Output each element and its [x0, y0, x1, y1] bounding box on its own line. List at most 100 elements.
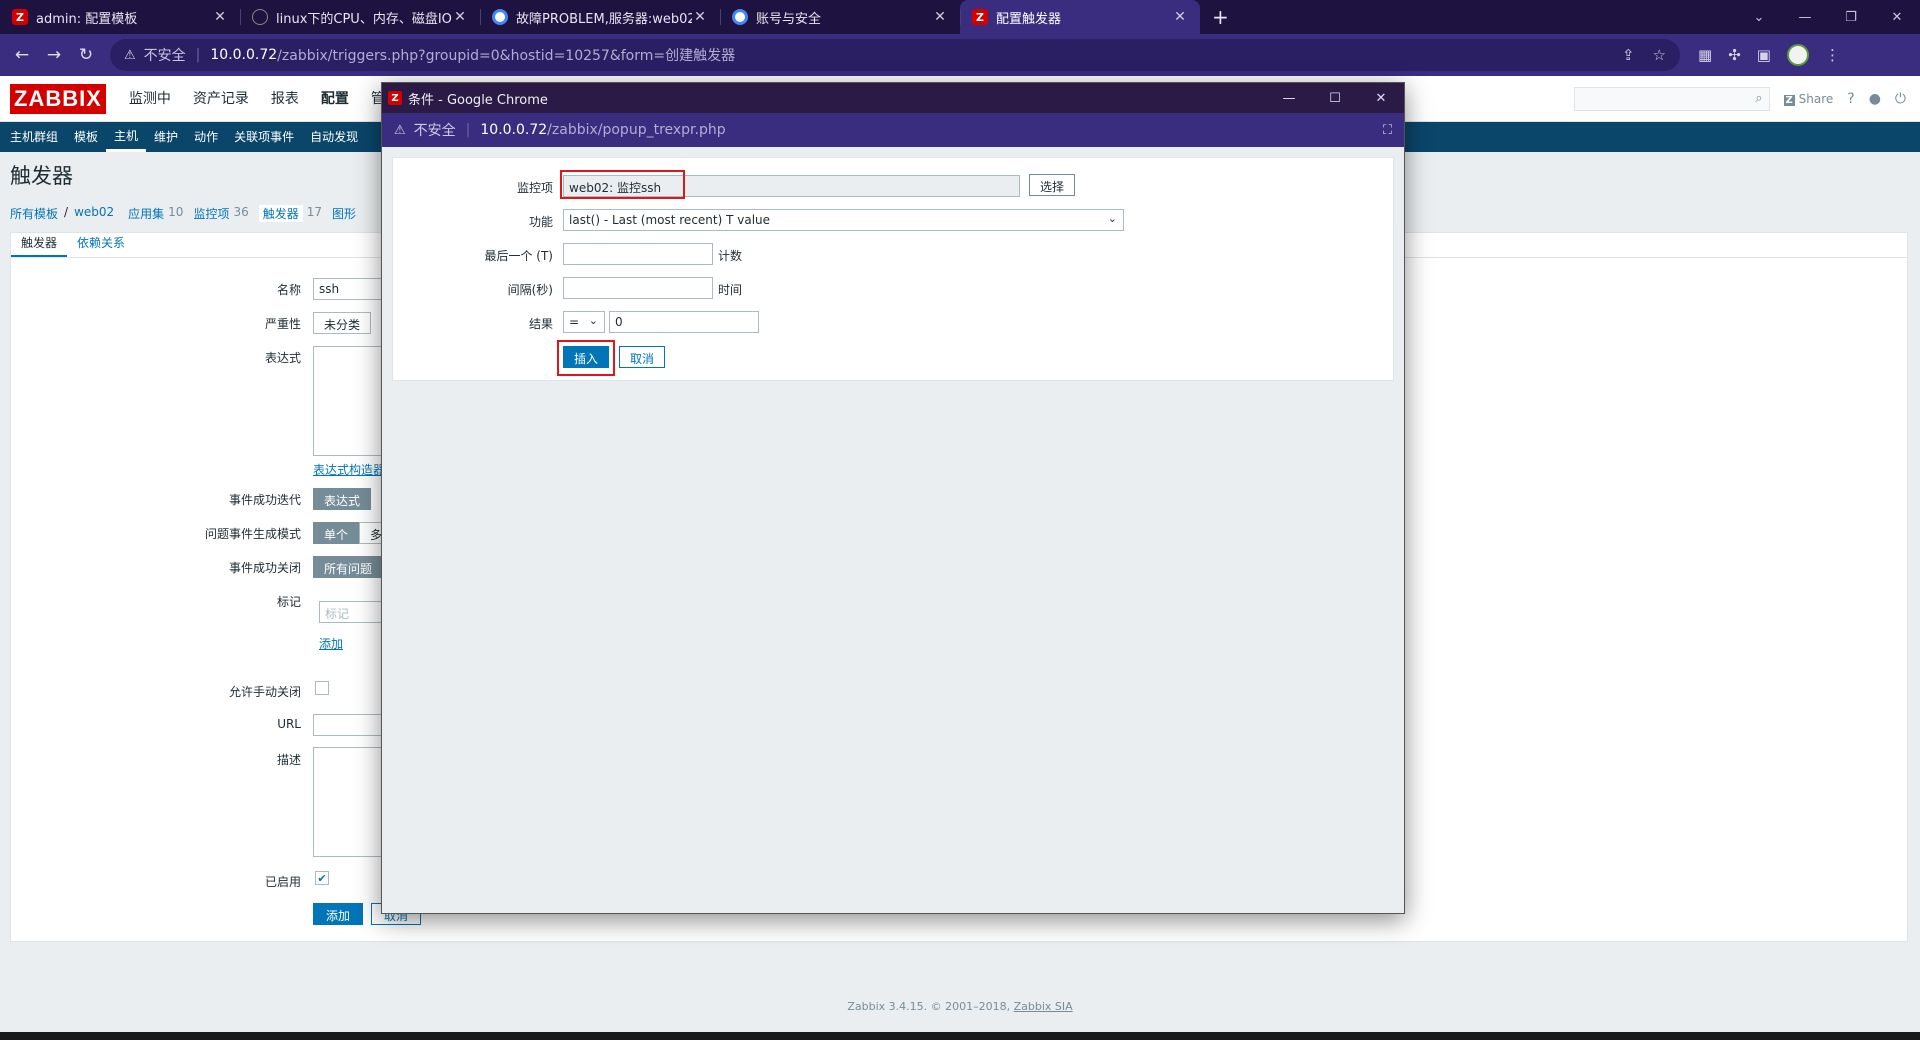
popup-titlebar: Z 条件 - Google Chrome — ☐ ✕	[382, 83, 1404, 113]
top-menu: 监测中 资产记录 报表 配置 管理	[118, 76, 410, 122]
submenu-templates[interactable]: 模板	[66, 122, 106, 152]
share-icon[interactable]: ⇪	[1622, 46, 1635, 64]
breadcrumb-items[interactable]: 监控项	[193, 205, 229, 222]
reload-icon[interactable]: ↻	[72, 41, 100, 69]
ok-event-selector[interactable]: 表达式	[313, 488, 372, 510]
highlight-box	[560, 170, 685, 199]
result-operator-value: =	[569, 315, 580, 329]
result-value-field[interactable]: 0	[609, 311, 759, 333]
tags-label: 标记	[276, 595, 301, 609]
new-tab-button[interactable]: +	[1200, 0, 1241, 34]
footer-link[interactable]: Zabbix SIA	[1014, 1000, 1073, 1013]
add-button[interactable]: 添加	[313, 903, 364, 925]
ok-close-label: 事件成功关闭	[228, 561, 301, 575]
ok-close-option[interactable]: 所有问题	[313, 556, 384, 578]
browser-tab-active[interactable]: Z 配置触发器 ✕	[960, 0, 1200, 34]
breadcrumb-host[interactable]: web02	[74, 205, 114, 222]
warning-icon: ⚠	[124, 47, 136, 63]
back-icon[interactable]: ←	[8, 41, 36, 69]
submenu-maintenance[interactable]: 维护	[146, 122, 186, 152]
close-icon[interactable]: ✕	[1358, 91, 1404, 106]
menu-inventory[interactable]: 资产记录	[182, 76, 260, 122]
submenu-hosts[interactable]: 主机	[106, 123, 147, 152]
close-icon[interactable]: ✕	[692, 9, 708, 25]
help-icon[interactable]: ?	[1847, 91, 1854, 107]
minimize-icon[interactable]: —	[1782, 0, 1828, 34]
zabbix-icon: Z	[12, 9, 28, 25]
severity-selector[interactable]: 未分类	[313, 312, 372, 334]
power-icon[interactable]: ⏻	[1895, 91, 1906, 107]
close-icon[interactable]: ✕	[932, 9, 948, 25]
menu-monitoring[interactable]: 监测中	[118, 76, 182, 122]
puzzle-icon[interactable]: ✣	[1728, 46, 1741, 64]
url-host: 10.0.0.72	[210, 47, 278, 63]
submenu-actions[interactable]: 动作	[186, 122, 226, 152]
zabbix-logo[interactable]: ZABBIX	[10, 83, 106, 114]
expression-builder-link[interactable]: 表达式构造器	[313, 461, 385, 478]
forward-icon[interactable]: →	[40, 41, 68, 69]
chevron-down-icon: ⌄	[588, 314, 598, 327]
omnibox-actions: ⇪ ☆	[1622, 46, 1666, 64]
function-label: 功能	[528, 215, 553, 229]
restore-icon[interactable]: ❐	[1828, 0, 1874, 34]
manual-close-checkbox[interactable]	[315, 681, 329, 695]
chevron-down-icon[interactable]: ⌄	[1736, 0, 1782, 34]
menu-reports[interactable]: 报表	[260, 76, 310, 122]
breadcrumb-applications[interactable]: 应用集	[128, 205, 164, 222]
last-label: 最后一个 (T)	[484, 249, 553, 263]
result-operator-select[interactable]: = ⌄	[563, 311, 605, 333]
menu-configuration[interactable]: 配置	[310, 76, 360, 122]
browser-tab[interactable]: 账号与安全 ✕	[720, 0, 960, 34]
avatar[interactable]	[1786, 44, 1809, 66]
tab-trigger[interactable]: 触发器	[11, 231, 68, 257]
close-icon[interactable]: ✕	[1172, 9, 1188, 25]
tab-title: 故障PROBLEM,服务器:web02发	[516, 11, 692, 27]
breadcrumb-graphs[interactable]: 图形	[332, 205, 356, 222]
tab-dependencies[interactable]: 依赖关系	[67, 231, 135, 257]
problem-mode-single[interactable]: 单个	[313, 522, 360, 544]
enabled-checkbox[interactable]: ✔	[315, 871, 329, 885]
sidepanel-icon[interactable]: ▣	[1757, 46, 1771, 64]
submenu-discovery[interactable]: 自动发现	[302, 122, 366, 152]
select-button[interactable]: 选择	[1029, 174, 1076, 196]
maximize-icon[interactable]: ☐	[1312, 91, 1358, 106]
security-label: 不安全	[413, 123, 456, 139]
search-input[interactable]: ⌕	[1573, 86, 1770, 111]
translate-icon[interactable]: ⛶	[1383, 123, 1392, 138]
close-icon[interactable]: ✕	[1874, 0, 1920, 34]
add-tag-link[interactable]: 添加	[319, 635, 343, 652]
address-bar[interactable]: ⚠ 不安全 | 10.0.0.72 /zabbix/triggers.php?g…	[110, 39, 1680, 71]
ok-event-option[interactable]: 表达式	[313, 488, 372, 510]
ok-close-selector[interactable]: 所有问题	[313, 556, 384, 578]
share-link[interactable]: Z Share	[1783, 92, 1833, 106]
browser-tab[interactable]: 故障PROBLEM,服务器:web02发 ✕	[480, 0, 720, 34]
problem-mode-label: 问题事件生成模式	[204, 527, 301, 541]
menu-icon[interactable]: ⋮	[1825, 46, 1840, 64]
function-select[interactable]: last() - Last (most recent) T value ⌄	[563, 209, 1124, 231]
star-icon[interactable]: ☆	[1653, 46, 1666, 64]
minimize-icon[interactable]: —	[1266, 91, 1312, 106]
extension-icon[interactable]: ▦	[1698, 46, 1712, 64]
interval-field[interactable]	[563, 277, 713, 299]
url-path: /zabbix/popup_trexpr.php	[547, 122, 726, 138]
last-count-field[interactable]	[563, 243, 713, 265]
close-icon[interactable]: ✕	[212, 9, 228, 25]
chevron-down-icon: ⌄	[1107, 212, 1117, 225]
submenu-host-groups[interactable]: 主机群组	[2, 122, 66, 152]
url-path: /zabbix/triggers.php?groupid=0&hostid=10…	[277, 48, 736, 64]
window-controls: ⌄ — ❐ ✕	[1736, 0, 1920, 34]
user-icon[interactable]: ●	[1869, 91, 1881, 107]
item-label: 监控项	[516, 181, 553, 195]
interval-suffix: 时间	[718, 283, 743, 297]
breadcrumb-all-templates[interactable]: 所有模板	[10, 205, 58, 222]
breadcrumb-triggers[interactable]: 触发器	[258, 205, 303, 222]
browser-tab[interactable]: linux下的CPU、内存、磁盘IO、 ✕	[240, 0, 480, 34]
cancel-button[interactable]: 取消	[619, 346, 666, 368]
browser-tab[interactable]: Z admin: 配置模板 ✕	[0, 0, 240, 34]
close-icon[interactable]: ✕	[452, 9, 468, 25]
severity-option[interactable]: 未分类	[313, 312, 372, 334]
url-host: 10.0.0.72	[480, 122, 548, 138]
url-label: URL	[277, 717, 301, 731]
tab-title: linux下的CPU、内存、磁盘IO、	[276, 11, 452, 27]
submenu-correlation[interactable]: 关联项事件	[226, 122, 302, 152]
